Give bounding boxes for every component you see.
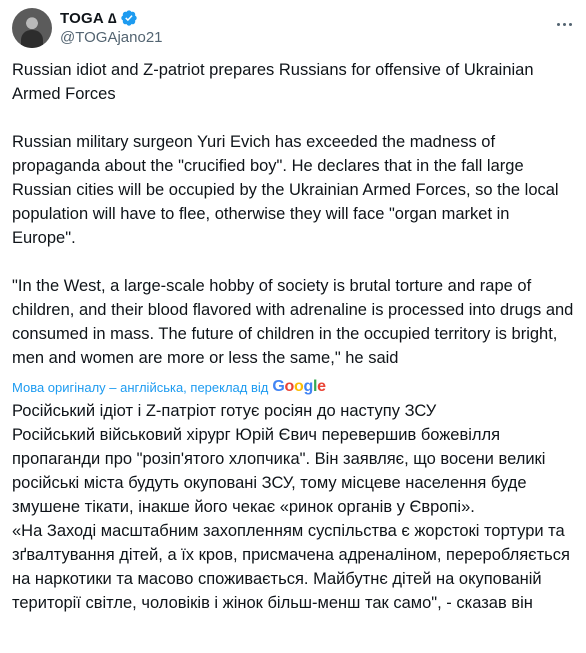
name-row: TOGA ∆ [60,8,163,28]
translation-label[interactable]: Мова оригіналу – англійська, переклад ві… [12,380,268,395]
translated-paragraph-2: «На Заході масштабним захопленням суспіл… [12,522,570,612]
translated-title: Російський ідіот і Z-патріот готує росія… [12,402,437,420]
avatar[interactable] [12,8,52,48]
user-handle[interactable]: @TOGAjano21 [60,28,163,48]
tweet-card: TOGA ∆ @TOGAjano21 Russian idiot and Z-p… [0,0,586,653]
verified-badge-icon [120,9,138,27]
tweet-title: Russian idiot and Z-patriot prepares Rus… [12,61,534,103]
tweet-header: TOGA ∆ @TOGAjano21 [12,8,163,48]
translated-paragraph-1: Російський військовий хірург Юрій Євич п… [12,426,546,516]
more-options-icon[interactable] [552,12,576,36]
author-names: TOGA ∆ @TOGAjano21 [60,8,163,48]
tweet-body: Russian idiot and Z-patriot prepares Rus… [12,58,574,615]
name-symbol: ∆ [107,10,117,26]
google-logo: Google [272,378,326,395]
tweet-paragraph-1: Russian military surgeon Yuri Evich has … [12,133,559,247]
translation-attribution[interactable]: Мова оригіналу – англійська, переклад ві… [12,375,574,399]
tweet-paragraph-2: "In the West, a large-scale hobby of soc… [12,277,574,367]
display-name[interactable]: TOGA [60,10,104,27]
